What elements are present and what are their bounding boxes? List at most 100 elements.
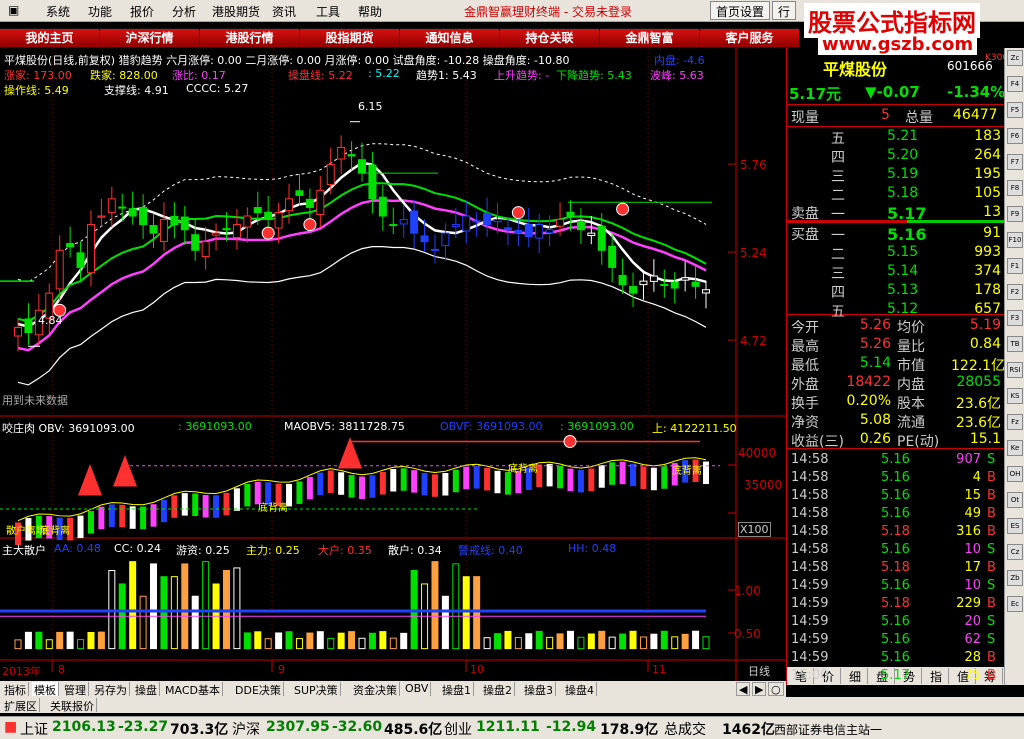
tab-customer-service[interactable]: 客户服务 (700, 29, 800, 47)
extension-tab[interactable]: 扩展区 (2, 698, 40, 713)
candle-body (535, 224, 544, 239)
vol-bar (473, 576, 481, 650)
menu-quote[interactable]: 报价 (130, 3, 154, 20)
obv-bar (317, 472, 324, 496)
tab-hs-quotes[interactable]: 沪深行情 (100, 29, 200, 47)
side-tool-button[interactable]: Zb (1007, 570, 1023, 586)
obv-bar (181, 493, 188, 516)
buy-volume: 657 (974, 301, 1001, 317)
menu-system[interactable]: 系统 (46, 3, 70, 20)
obv-bar (379, 472, 386, 495)
vol-bar (608, 636, 616, 650)
side-tool-button[interactable]: Ot (1007, 492, 1023, 508)
indicator-tab[interactable]: 资金决策 (351, 682, 400, 697)
indicator-tab[interactable]: 操盘 (133, 682, 160, 697)
side-tool-button[interactable]: Cz (1007, 544, 1023, 560)
side-tool-button[interactable]: F5 (1007, 102, 1023, 118)
menu-hk-futures[interactable]: 港股期货 (212, 3, 260, 20)
indicator-tab[interactable]: 另存为 (92, 682, 130, 697)
side-tool-button[interactable]: ES (1007, 518, 1023, 534)
sh-index-name[interactable]: 上证 (20, 719, 48, 739)
tab-my-home[interactable]: 我的主页 (0, 29, 100, 47)
vol-alert-line: 警戒线: 0.40 (458, 544, 523, 557)
side-tool-button[interactable]: TB (1007, 336, 1023, 352)
obv-value2: : 3691093.00 (178, 420, 252, 433)
side-tool-button[interactable]: F10 (1007, 232, 1023, 248)
tab-hk-quotes[interactable]: 港股行情 (200, 29, 300, 47)
vol-bar (14, 639, 22, 650)
side-tool-button[interactable]: F8 (1007, 180, 1023, 196)
obv-tag-divergence-3: 底背离 (508, 464, 538, 475)
indicator-tab[interactable]: 操盘3 (522, 682, 556, 697)
candle-body (118, 206, 127, 209)
chart-area[interactable]: 平煤股份(日线,前复权) 猎豹趋势 六月涨停: 0.00 二月涨停: 0.00 … (0, 48, 786, 681)
quote-side-tab[interactable]: 细 (843, 668, 868, 684)
side-tool-button[interactable]: Fz (1007, 414, 1023, 430)
menu-help[interactable]: 帮助 (358, 3, 382, 20)
menu-analysis[interactable]: 分析 (172, 3, 196, 20)
candle-body (212, 232, 221, 236)
side-tool-button[interactable]: F6 (1007, 128, 1023, 144)
stat-label: 净资 (791, 415, 819, 431)
stock-k300-badge[interactable]: K300 (985, 54, 1008, 63)
hs-index-name[interactable]: 沪深 (232, 719, 260, 739)
candle-body (222, 228, 231, 231)
pager-button[interactable]: ◀ (736, 682, 751, 696)
candle-body (55, 249, 64, 290)
stat-value: 0.20% (846, 393, 891, 409)
buy-price: 5.15 (887, 244, 919, 260)
line-button[interactable]: 行 (772, 1, 797, 20)
signal-ball-icon (511, 206, 525, 220)
tick-volume: 4 (972, 470, 981, 485)
side-tool-button[interactable]: Ke (1007, 440, 1023, 456)
tick-time: 14:58 (791, 488, 829, 503)
side-tool-button[interactable]: Zc (1007, 50, 1023, 66)
vol-bar (129, 561, 137, 650)
indicator-tab[interactable]: 操盘1 (440, 682, 474, 697)
signal-ball-icon (303, 218, 317, 232)
side-tool-button[interactable]: KS (1007, 388, 1023, 404)
vol-bar (400, 632, 408, 650)
tab-holdings[interactable]: 持仓关联 (500, 29, 600, 47)
stock-name: 平煤股份 (823, 60, 888, 79)
home-settings-button[interactable]: 首页设置 (710, 1, 771, 20)
obv-bar (77, 515, 84, 539)
vol-bar (233, 567, 241, 650)
side-tool-button[interactable]: F3 (1007, 310, 1023, 326)
side-tool-button[interactable]: F2 (1007, 284, 1023, 300)
extension-tab[interactable]: 关联报价 (48, 698, 97, 713)
high-price-marker: 6.15 (358, 100, 383, 113)
tab-notices[interactable]: 通知信息 (400, 29, 500, 47)
stat-label: 收益(三) (791, 434, 844, 450)
cy-index-name[interactable]: 创业 (444, 719, 472, 739)
side-tool-button[interactable]: Ec (1007, 596, 1023, 612)
indicator-tab[interactable]: SUP决策 (292, 682, 341, 697)
vol-bar (660, 630, 668, 650)
pager-button[interactable]: ▶ (752, 682, 767, 696)
side-tool-button[interactable]: F1 (1007, 258, 1023, 274)
menu-function[interactable]: 功能 (88, 3, 112, 20)
side-tool-button[interactable]: F9 (1007, 206, 1023, 222)
indicator-tab[interactable]: DDE决策 (233, 682, 284, 697)
tab-index-futures[interactable]: 股指期货 (300, 29, 400, 47)
indicator-tab[interactable]: 操盘2 (481, 682, 515, 697)
hs-index-amount: 485.6亿 (384, 722, 443, 738)
tab-jd-wealth[interactable]: 金鼎智富 (600, 29, 700, 47)
indicator-tab[interactable]: 指标 (2, 682, 29, 697)
indicator-tab[interactable]: 操盘4 (563, 682, 597, 697)
indicator-tab[interactable]: 模板 (32, 682, 59, 697)
side-tool-button[interactable]: F7 (1007, 154, 1023, 170)
candle-body (14, 326, 22, 337)
menu-info[interactable]: 资讯 (272, 3, 296, 20)
side-tool-button[interactable]: OH (1007, 466, 1023, 482)
indicator-tab[interactable]: 管理 (62, 682, 89, 697)
side-tool-button[interactable]: F4 (1007, 76, 1023, 92)
pager-button[interactable]: ○ (768, 682, 784, 696)
broker-connection[interactable]: 西部证券电信主站一 (774, 721, 882, 738)
indicator-tab[interactable]: MACD基本 (163, 682, 223, 697)
candle-body (639, 280, 648, 286)
menu-tools[interactable]: 工具 (316, 3, 340, 20)
stat-value: 5.26 (859, 336, 891, 352)
side-tool-button[interactable]: RSI (1007, 362, 1023, 378)
indicator-tab[interactable]: OBV (403, 682, 432, 696)
